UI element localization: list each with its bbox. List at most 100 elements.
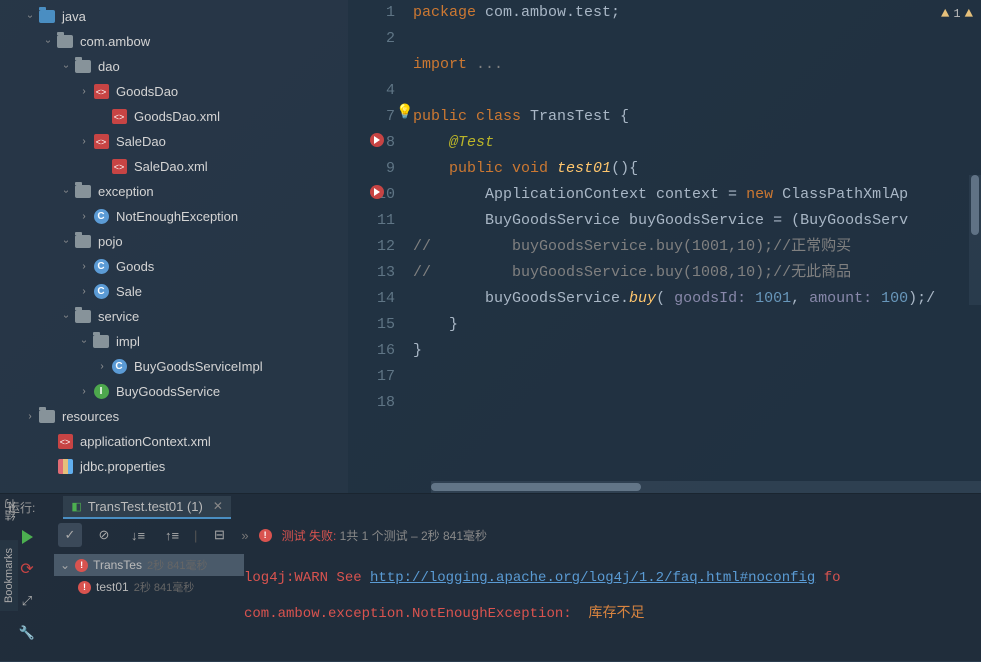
- test-status-fail: 测试 失败:: [282, 529, 337, 543]
- tree-item[interactable]: ›pojo: [0, 229, 348, 254]
- xml-icon: <>: [92, 83, 110, 101]
- line-gutter: 124789101112131415161718: [348, 0, 413, 493]
- test-icon: ◧: [71, 500, 81, 513]
- code-editor[interactable]: ▲ 1 ▲ 124789101112131415161718 💡 package…: [348, 0, 981, 493]
- tree-item[interactable]: › service: [0, 304, 348, 329]
- log4j-link[interactable]: http://logging.apache.org/log4j/1.2/faq.…: [370, 570, 815, 586]
- chevron-icon: ›: [61, 234, 72, 250]
- chevron-icon: ›: [76, 386, 92, 397]
- tree-item[interactable]: <>GoodsDao.xml: [0, 104, 348, 129]
- tree-item[interactable]: ›CBuyGoodsServiceImpl: [0, 354, 348, 379]
- console-output[interactable]: log4j:WARN See http://logging.apache.org…: [244, 550, 981, 662]
- show-ignored-button[interactable]: ⊘: [92, 523, 116, 547]
- tree-item[interactable]: ›exception: [0, 179, 348, 204]
- show-passed-button[interactable]: ✓: [58, 523, 82, 547]
- tree-item[interactable]: ›resources: [0, 404, 348, 429]
- chevron-icon: ›: [25, 9, 36, 25]
- folder-icon: [74, 233, 92, 251]
- run-config-tab[interactable]: ◧ TransTest.test01 (1) ✕: [63, 496, 231, 519]
- tree-item[interactable]: <>SaleDao.xml: [0, 154, 348, 179]
- xml-icon: <>: [56, 433, 74, 451]
- properties-icon: [56, 458, 74, 476]
- warning-icon: ▲: [941, 6, 949, 22]
- test-time: 2秒 841毫秒: [147, 557, 208, 573]
- tree-label: service: [98, 309, 139, 324]
- chevron-icon: ›: [43, 34, 54, 50]
- tree-label: BuyGoodsServiceImpl: [134, 359, 263, 374]
- sort-down-button[interactable]: ↓≡: [126, 523, 150, 547]
- run-class-icon[interactable]: [370, 133, 388, 147]
- test-time: 2秒 841毫秒: [134, 579, 195, 595]
- warning-count: 1: [953, 7, 960, 21]
- tree-label: applicationContext.xml: [80, 434, 211, 449]
- tree-item[interactable]: ›dao: [0, 54, 348, 79]
- folder-icon: [74, 308, 92, 326]
- test-item[interactable]: !test012秒 841毫秒: [54, 576, 244, 598]
- test-name: TransTes: [93, 558, 142, 572]
- tree-label: NotEnoughException: [116, 209, 238, 224]
- xml-icon: <>: [110, 158, 128, 176]
- test-status-detail: 1共 1 个测试 – 2秒 841毫秒: [336, 529, 487, 543]
- tree-label: GoodsDao.xml: [134, 109, 220, 124]
- inspection-badge[interactable]: ▲ 1 ▲: [941, 6, 973, 22]
- folder-icon: [92, 333, 110, 351]
- test-tree[interactable]: ⌄!TransTes2秒 841毫秒!test012秒 841毫秒: [54, 550, 244, 662]
- tree-item[interactable]: ›CGoods: [0, 254, 348, 279]
- class-icon: C: [92, 283, 110, 301]
- test-item[interactable]: ⌄! TransTes 2秒 841毫秒: [54, 554, 244, 576]
- error-icon: !: [75, 559, 88, 572]
- tree-item[interactable]: ›java: [0, 4, 348, 29]
- chevron-icon: ›: [61, 184, 72, 200]
- tree-item[interactable]: ›C Sale: [0, 279, 348, 304]
- chevron-down-icon: ⌄: [60, 558, 70, 572]
- run-panel: 运行: ◧ TransTest.test01 (1) ✕ ⟳ ⤢ 🔧 ✓ ⊘ ↓…: [0, 493, 981, 661]
- chevron-icon: ›: [76, 261, 92, 272]
- class-icon: C: [92, 208, 110, 226]
- chevron-icon: ›: [76, 286, 92, 297]
- tree-item[interactable]: › com.ambow: [0, 29, 348, 54]
- interface-icon: I: [92, 383, 110, 401]
- tree-label: impl: [116, 334, 140, 349]
- tree-item[interactable]: ›<>GoodsDao: [0, 79, 348, 104]
- sort-up-button[interactable]: ↑≡: [160, 523, 184, 547]
- tree-item[interactable]: ›<>SaleDao: [0, 129, 348, 154]
- rerun-failed-button[interactable]: ⟳: [16, 558, 38, 580]
- tree-item[interactable]: <> applicationContext.xml: [0, 429, 348, 454]
- project-tree[interactable]: ›java›com.ambow›dao›<>GoodsDao<>GoodsDao…: [0, 0, 348, 493]
- tree-item[interactable]: ›C NotEnoughException: [0, 204, 348, 229]
- chevron-icon: ›: [61, 59, 72, 75]
- folder-icon: [74, 183, 92, 201]
- tree-item[interactable]: ›impl: [0, 329, 348, 354]
- folder-icon: [38, 408, 56, 426]
- chevron-icon: ›: [61, 309, 72, 325]
- run-tab-label: TransTest.test01 (1): [88, 499, 203, 514]
- tree-item[interactable]: jdbc.properties: [0, 454, 348, 479]
- bookmarks-tab[interactable]: Bookmarks: [0, 540, 18, 611]
- tree-label: com.ambow: [80, 34, 150, 49]
- tree-label: BuyGoodsService: [116, 384, 220, 399]
- close-icon[interactable]: ✕: [213, 499, 223, 513]
- editor-vscroll[interactable]: [969, 175, 981, 305]
- tree-item[interactable]: ›I BuyGoodsService: [0, 379, 348, 404]
- code-area[interactable]: package com.ambow.test; import ... publi…: [413, 0, 981, 493]
- toggle-button[interactable]: ⤢: [16, 590, 38, 612]
- settings-button[interactable]: 🔧: [16, 622, 38, 644]
- structure-tab[interactable]: 结构: [0, 495, 22, 525]
- run-test-icon[interactable]: [370, 185, 388, 199]
- tree-label: SaleDao: [116, 134, 166, 149]
- test-toolbar: ✓ ⊘ ↓≡ ↑≡ | ⊟ » ! 测试 失败: 1共 1 个测试 – 2秒 8…: [54, 520, 981, 550]
- expand-button[interactable]: ⊟: [207, 523, 231, 547]
- editor-hscroll[interactable]: [431, 481, 981, 493]
- folder-icon: [74, 58, 92, 76]
- tree-label: Sale: [116, 284, 142, 299]
- class-icon: C: [110, 358, 128, 376]
- chevron-icon: ›: [22, 411, 38, 422]
- tree-label: jdbc.properties: [80, 459, 165, 474]
- bulb-icon[interactable]: 💡: [396, 104, 414, 121]
- class-icon: C: [92, 258, 110, 276]
- folder-icon: [56, 33, 74, 51]
- rerun-button[interactable]: [16, 526, 38, 548]
- chevron-icon: ›: [76, 211, 92, 222]
- folder-icon: [38, 8, 56, 26]
- chevron-icon: ›: [76, 86, 92, 97]
